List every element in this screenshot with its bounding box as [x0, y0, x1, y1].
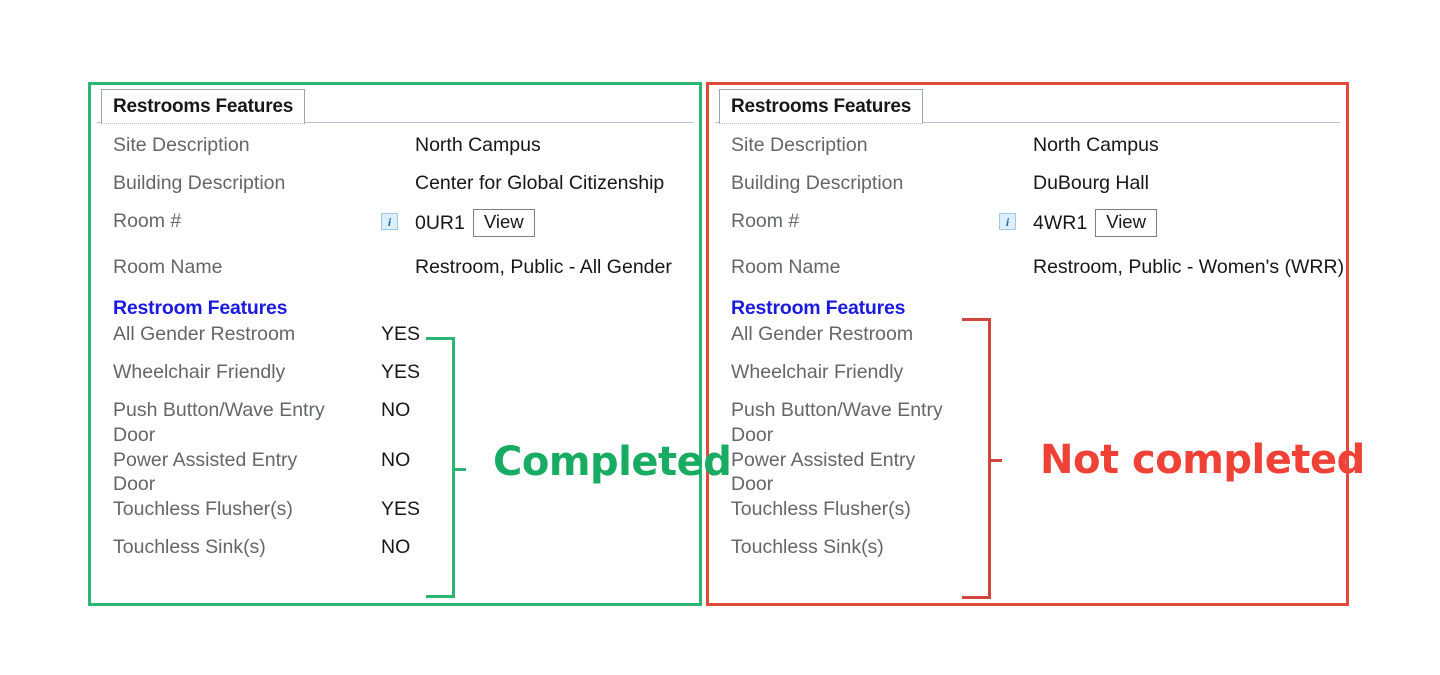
field-row-site-description: Site Description North Campus [91, 133, 699, 171]
annotation-not-completed: Not completed [1040, 437, 1365, 483]
feature-value: YES [381, 361, 421, 383]
feature-label: Power Assisted Entry Door [731, 448, 916, 496]
feature-label: Wheelchair Friendly [113, 361, 286, 383]
view-button[interactable]: View [1095, 209, 1157, 238]
feature-label: Touchless Sink(s) [113, 536, 266, 558]
field-value: DuBourg Hall [1033, 171, 1149, 196]
field-value: 0UR1 View [415, 209, 535, 238]
info-icon-slot [381, 255, 415, 259]
feature-label: Touchless Flusher(s) [731, 498, 911, 520]
field-value: Restroom, Public - All Gender [415, 255, 672, 280]
feature-row: All Gender Restroom [709, 322, 1346, 360]
feature-label: Touchless Flusher(s) [113, 498, 293, 520]
field-value-text: 0UR1 [415, 211, 465, 234]
feature-label: Touchless Sink(s) [731, 536, 884, 558]
field-label: Building Description [113, 172, 286, 194]
info-icon-slot [999, 133, 1033, 137]
tab-strip: Restrooms Features [97, 89, 693, 124]
info-icon-slot [381, 171, 415, 175]
feature-row: Wheelchair Friendly YES [91, 360, 699, 398]
view-button[interactable]: View [472, 209, 535, 238]
feature-row: Touchless Sink(s) [709, 535, 1346, 573]
feature-label: Wheelchair Friendly [731, 361, 904, 383]
field-value-text: DuBourg Hall [1033, 172, 1149, 194]
field-value: 4WR1 View [1033, 209, 1157, 238]
tab-restrooms-features[interactable]: Restrooms Features [719, 89, 924, 124]
field-row-building-description: Building Description DuBourg Hall [709, 171, 1346, 209]
field-label: Room Name [731, 256, 841, 278]
field-row-building-description: Building Description Center for Global C… [91, 171, 699, 209]
bracket-arm-top [962, 318, 988, 321]
field-label: Room # [731, 210, 800, 232]
annotation-completed: Completed [493, 439, 732, 485]
info-icon[interactable]: i [999, 213, 1016, 230]
bracket-arm-top [426, 337, 452, 340]
field-row-room-number: Room # i 4WR1 View [709, 209, 1346, 247]
feature-label: Power Assisted Entry Door [113, 448, 298, 496]
field-value-text: Restroom, Public - Women's (WRR) [1033, 256, 1345, 278]
info-icon-slot: i [999, 209, 1033, 230]
field-value: North Campus [415, 133, 541, 158]
field-value-text: Center for Global Citizenship [415, 172, 665, 194]
feature-row: All Gender Restroom YES [91, 322, 699, 360]
field-value-text: 4WR1 [1033, 211, 1088, 234]
detail-field-list: Site Description North Campus Building D… [709, 123, 1346, 573]
field-label: Site Description [113, 134, 250, 156]
field-label: Site Description [731, 134, 868, 156]
info-icon[interactable]: i [381, 213, 398, 230]
info-icon-slot [999, 255, 1033, 259]
field-value: Center for Global Citizenship [415, 171, 664, 196]
feature-label: All Gender Restroom [731, 323, 914, 345]
feature-value: YES [381, 498, 421, 520]
bracket-tick [991, 458, 1002, 462]
feature-label: Push Button/Wave Entry Door [731, 399, 943, 446]
section-heading-restroom-features: Restroom Features [113, 297, 288, 319]
field-row-room-name: Room Name Restroom, Public - All Gender [91, 255, 699, 293]
restroom-record-panel-completed: Restrooms Features Site Description Nort… [88, 82, 702, 606]
restroom-record-panel-not-completed: Restrooms Features Site Description Nort… [706, 82, 1349, 606]
bracket-arm-bottom [962, 596, 988, 599]
feature-label: All Gender Restroom [113, 323, 296, 345]
field-value: Restroom, Public - Women's (WRR) [1033, 255, 1344, 280]
bracket-completed [426, 337, 481, 598]
info-icon-slot [381, 133, 415, 137]
field-value-text: North Campus [1033, 134, 1159, 156]
tab-restrooms-features[interactable]: Restrooms Features [101, 89, 306, 124]
feature-value: NO [381, 536, 411, 558]
field-row-room-number: Room # i 0UR1 View [91, 209, 699, 247]
bracket-arm-bottom [426, 595, 452, 598]
feature-row: Touchless Flusher(s) [709, 497, 1346, 535]
feature-value: NO [381, 399, 411, 421]
field-label: Building Description [731, 172, 904, 194]
field-label: Room # [113, 210, 182, 232]
info-icon-slot: i [381, 209, 415, 230]
section-heading-restroom-features: Restroom Features [731, 297, 906, 319]
field-value: North Campus [1033, 133, 1159, 158]
bracket-tick [455, 467, 466, 471]
info-icon-slot [999, 171, 1033, 175]
bracket-not-completed [962, 318, 1017, 599]
field-row-site-description: Site Description North Campus [709, 133, 1346, 171]
tab-strip: Restrooms Features [715, 89, 1340, 124]
field-label: Room Name [113, 256, 223, 278]
feature-value: YES [381, 323, 421, 345]
feature-row: Touchless Flusher(s) YES [91, 497, 699, 535]
feature-row: Touchless Sink(s) NO [91, 535, 699, 573]
feature-value: NO [381, 448, 411, 471]
feature-label: Push Button/Wave Entry Door [113, 399, 325, 446]
field-row-room-name: Room Name Restroom, Public - Women's (WR… [709, 255, 1346, 293]
detail-field-list: Site Description North Campus Building D… [91, 123, 699, 573]
feature-row: Wheelchair Friendly [709, 360, 1346, 398]
field-value-text: North Campus [415, 134, 541, 156]
field-value-text: Restroom, Public - All Gender [415, 256, 672, 278]
